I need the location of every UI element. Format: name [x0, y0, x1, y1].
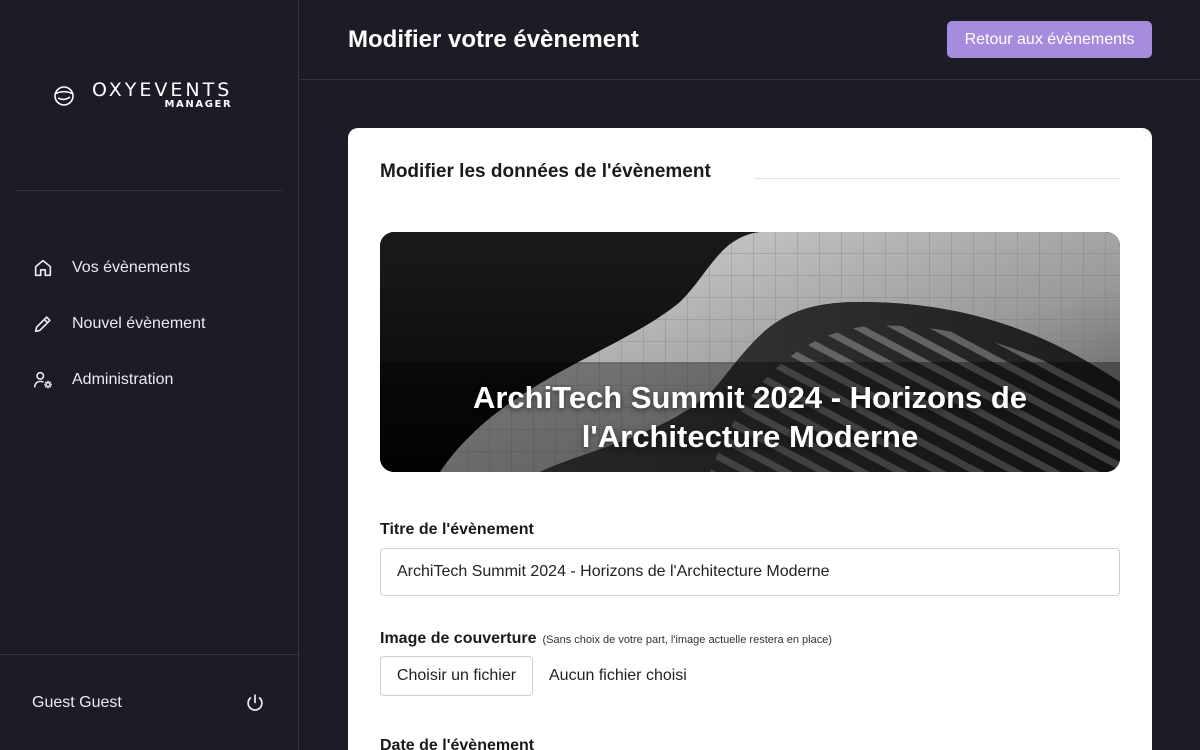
power-icon[interactable]	[244, 692, 266, 714]
sidebar: OXYEVENTS MANAGER Vos évènements Nouvel …	[0, 0, 299, 750]
logo-icon	[54, 86, 74, 106]
page-title: Modifier votre évènement	[348, 26, 639, 53]
pencil-icon	[34, 316, 51, 333]
event-title-input[interactable]	[380, 548, 1120, 596]
sidebar-item-label: Vos évènements	[72, 259, 191, 276]
cover-image: ArchiTech Summit 2024 - Horizons de l'Ar…	[380, 232, 1120, 472]
cover-image-label-row: Image de couverture (Sans choix de votre …	[380, 630, 832, 648]
choose-file-button[interactable]: Choisir un fichier	[380, 656, 533, 696]
home-icon	[34, 259, 52, 277]
cover-title: ArchiTech Summit 2024 - Horizons de l'Ar…	[472, 380, 1028, 454]
edit-event-card: Modifier les données de l'évènement Arch…	[348, 128, 1152, 750]
back-to-events-button[interactable]: Retour aux évènements	[947, 21, 1152, 58]
cover-image-label: Image de couverture	[380, 630, 537, 647]
sidebar-divider	[16, 190, 283, 191]
sidebar-item-label: Administration	[72, 371, 174, 388]
sidebar-item-administration[interactable]: Administration	[32, 362, 272, 398]
file-status: Aucun fichier choisi	[549, 667, 687, 684]
sidebar-footer-divider	[0, 654, 299, 655]
event-date-label: Date de l'évènement	[380, 737, 535, 750]
sidebar-nav: Vos évènements Nouvel évènement Administ…	[32, 250, 272, 418]
brand-logo[interactable]: OXYEVENTS MANAGER	[52, 80, 232, 111]
sidebar-item-events[interactable]: Vos évènements	[32, 250, 272, 286]
cover-image-hint: (Sans choix de votre part, l'image actue…	[542, 634, 832, 646]
sidebar-item-new-event[interactable]: Nouvel évènement	[32, 306, 272, 342]
event-title-label: Titre de l'évènement	[380, 521, 534, 538]
user-settings-icon	[33, 371, 52, 389]
user-name: Guest Guest	[32, 694, 122, 711]
brand-name: OXYEVENTS	[92, 79, 233, 101]
topbar: Modifier votre évènement Retour aux évèn…	[300, 0, 1200, 80]
sidebar-item-label: Nouvel évènement	[72, 315, 206, 332]
section-divider	[754, 178, 1120, 179]
section-title: Modifier les données de l'évènement	[380, 161, 711, 182]
